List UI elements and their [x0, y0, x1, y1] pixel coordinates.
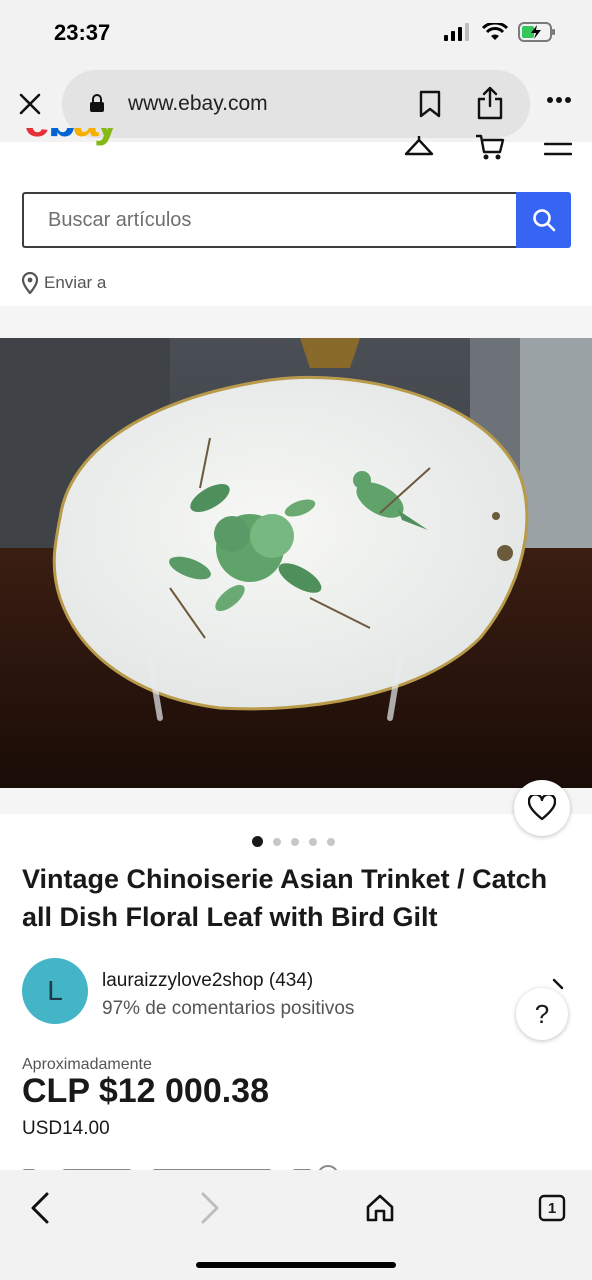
- bookmark-icon[interactable]: [418, 90, 442, 118]
- lock-icon: [90, 94, 104, 112]
- product-image: [0, 338, 592, 788]
- svg-text:e: e: [24, 128, 49, 146]
- status-bar: 23:37: [0, 0, 592, 66]
- gallery-dot-5[interactable]: [327, 837, 335, 846]
- gallery-pagination: [252, 836, 335, 847]
- price-local: CLP $12 000.38: [22, 1072, 269, 1110]
- location-pin-icon: [22, 272, 38, 294]
- cart-icon[interactable]: [474, 132, 506, 162]
- svg-text:y: y: [94, 128, 114, 146]
- status-icons: [444, 22, 556, 42]
- share-icon[interactable]: [476, 86, 504, 120]
- home-button[interactable]: [358, 1186, 402, 1230]
- gallery-dot-3[interactable]: [291, 837, 299, 846]
- svg-text:b: b: [48, 128, 75, 146]
- listing-title: Vintage Chinoiserie Asian Trinket / Catc…: [22, 864, 548, 932]
- watchlist-icon[interactable]: [404, 134, 434, 162]
- price-usd: USD14.00: [22, 1118, 110, 1139]
- seller-avatar: L: [22, 958, 88, 1024]
- home-icon: [366, 1194, 394, 1222]
- status-time: 23:37: [54, 20, 111, 45]
- heart-icon: [528, 795, 556, 821]
- ebay-logo[interactable]: e b a y: [24, 128, 122, 159]
- search-bar: [22, 192, 571, 248]
- back-button[interactable]: [18, 1186, 62, 1230]
- search-button[interactable]: [516, 192, 571, 248]
- ebay-header: e b a y: [0, 128, 592, 168]
- close-icon: [19, 93, 41, 115]
- tab-count: 1: [547, 1199, 557, 1217]
- forward-button[interactable]: [188, 1186, 232, 1230]
- gallery-dot-4[interactable]: [309, 837, 317, 846]
- seller-card[interactable]: L lauraizzylove2shop (434) 97% de coment…: [22, 958, 572, 1028]
- signal-icon: [444, 23, 469, 41]
- product-photo[interactable]: [0, 338, 592, 788]
- tabs-button[interactable]: 1: [530, 1186, 574, 1230]
- ebay-logo-graphic: e b a y: [24, 128, 122, 146]
- seller-name[interactable]: lauraizzylove2shop (434): [102, 970, 313, 992]
- wifi-icon: [482, 23, 508, 40]
- gallery-dot-1[interactable]: [252, 836, 263, 847]
- add-to-watchlist-button[interactable]: [514, 780, 570, 836]
- menu-icon[interactable]: [544, 142, 572, 162]
- close-tab-button[interactable]: [14, 88, 46, 120]
- battery-charging-icon: [518, 22, 555, 42]
- ship-to-link[interactable]: Enviar a: [22, 272, 106, 294]
- image-gallery[interactable]: [0, 306, 592, 814]
- search-input[interactable]: [22, 192, 516, 248]
- chevron-right-icon: [201, 1192, 219, 1224]
- gallery-dot-2[interactable]: [273, 837, 281, 846]
- search-icon: [532, 209, 555, 232]
- help-button[interactable]: ?: [516, 988, 568, 1040]
- seller-feedback: 97% de comentarios positivos: [102, 998, 355, 1019]
- more-options-icon[interactable]: [546, 96, 572, 104]
- home-indicator: [196, 1262, 396, 1268]
- url-text: www.ebay.com: [128, 92, 268, 115]
- chevron-left-icon: [31, 1192, 49, 1224]
- ship-to-label: Enviar a: [44, 273, 107, 292]
